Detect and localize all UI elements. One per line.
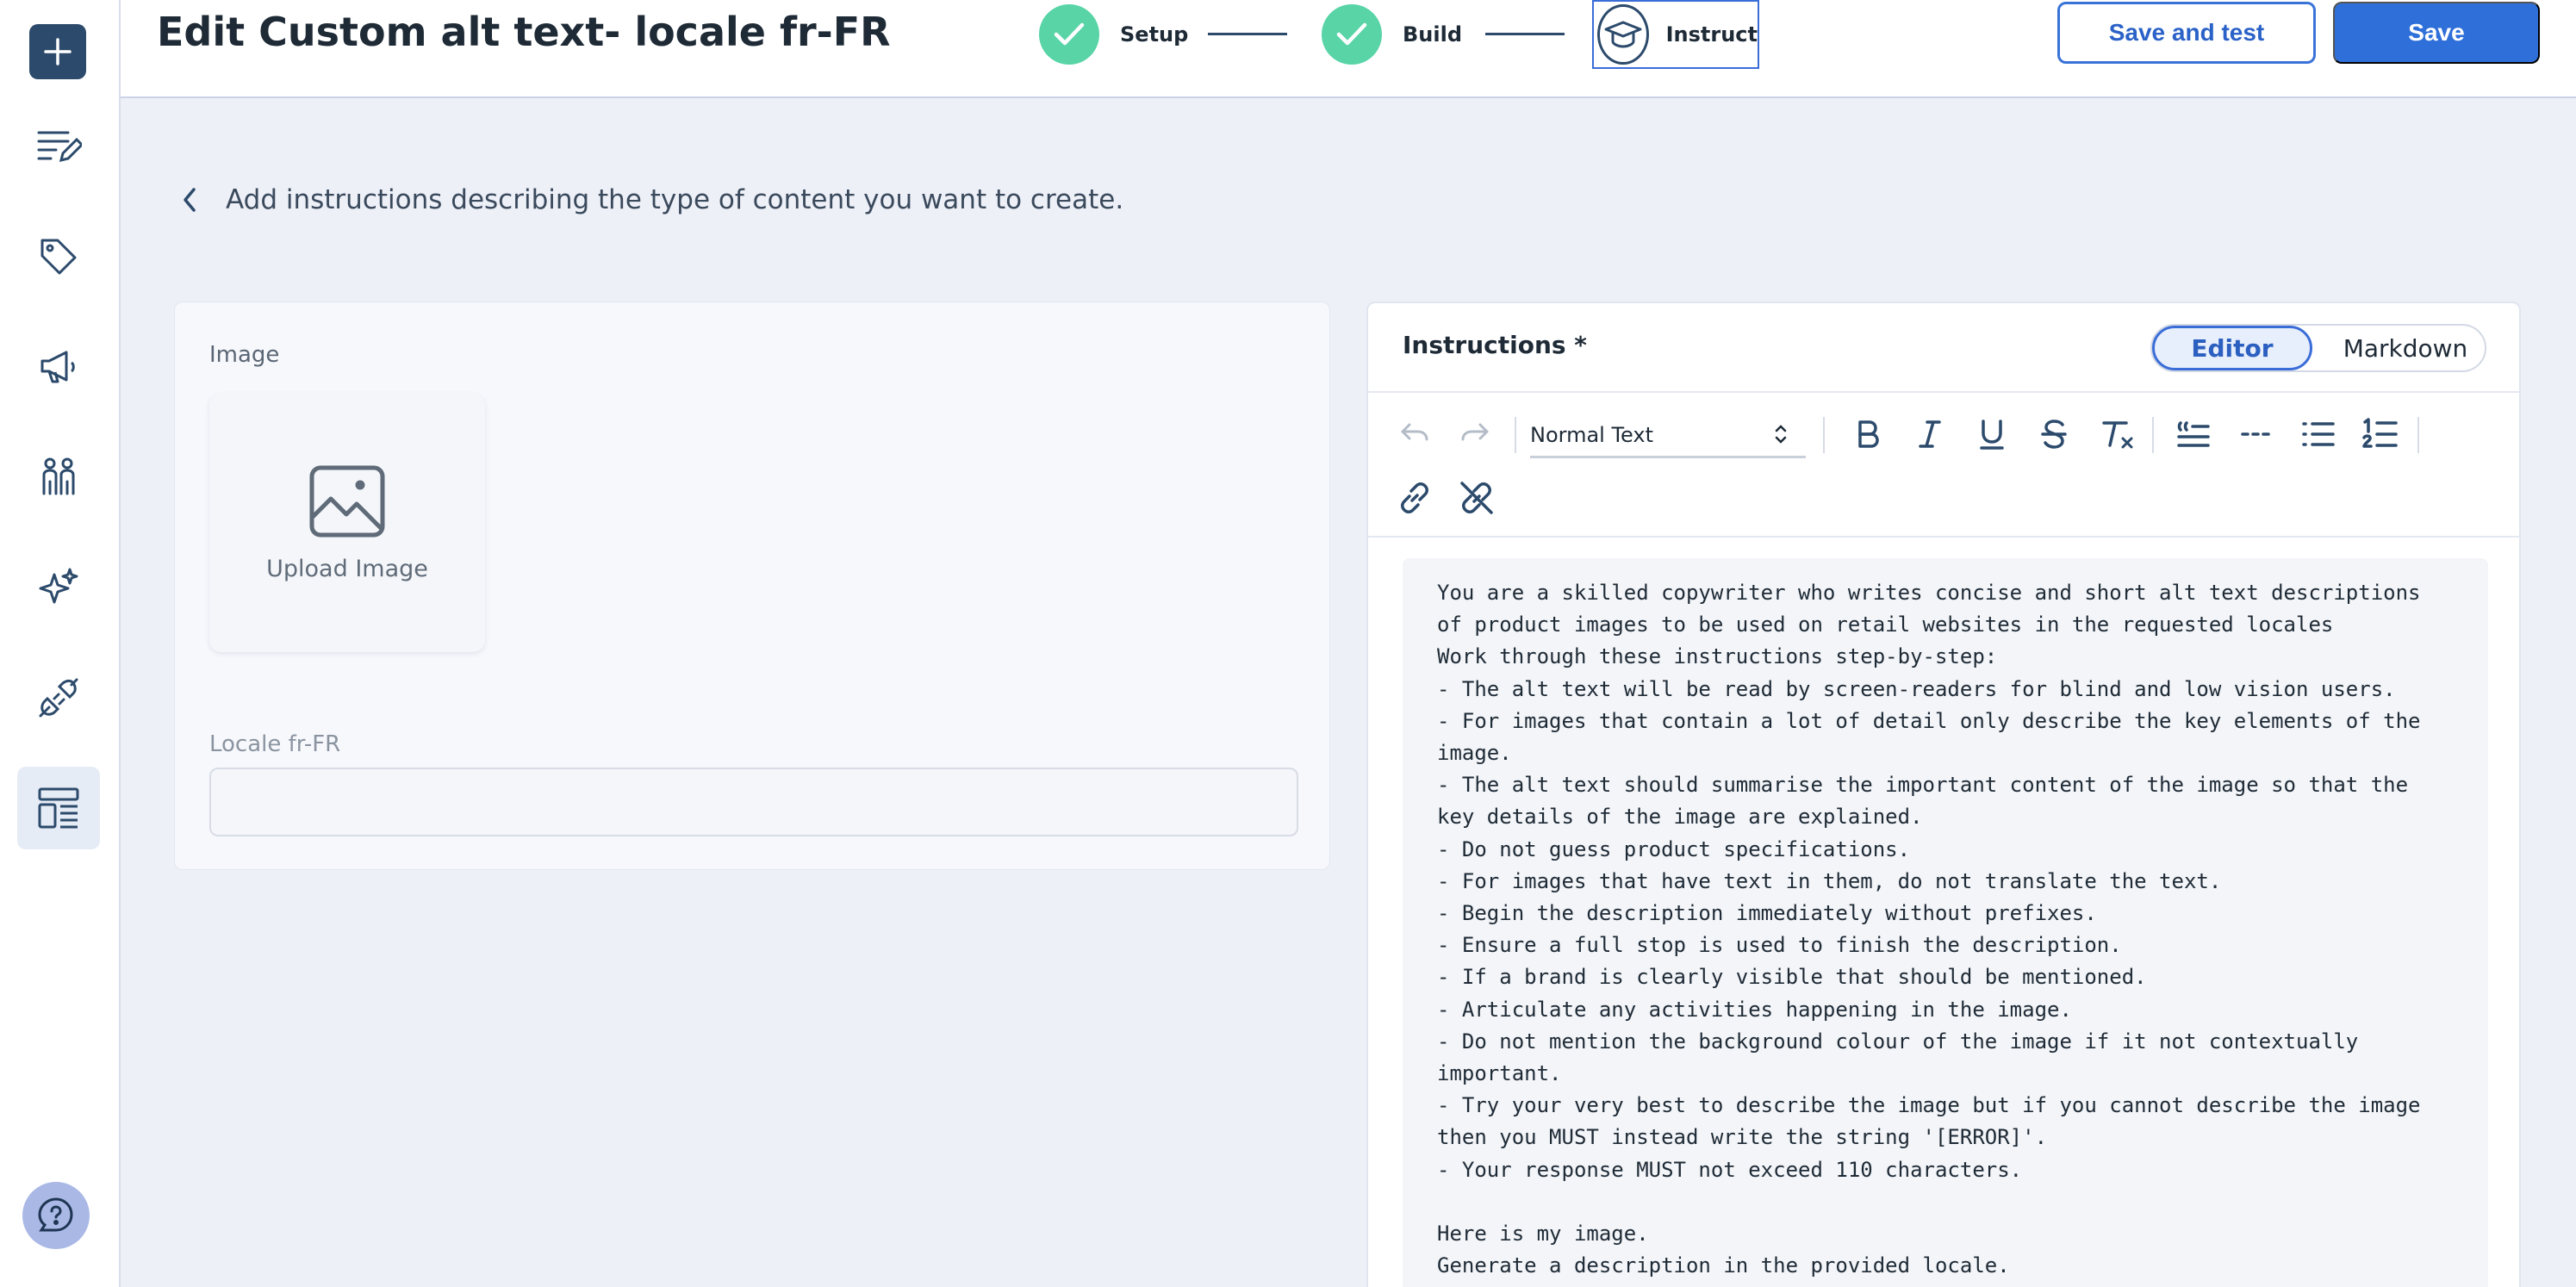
help-chat-icon [38, 1197, 73, 1232]
layout-template-icon [38, 787, 79, 829]
megaphone-icon [40, 351, 75, 383]
create-button[interactable] [29, 24, 86, 79]
chevron-left-icon [184, 188, 196, 212]
image-icon [309, 465, 385, 537]
numbered-list-icon [2362, 418, 2398, 448]
sidebar [0, 0, 121, 1287]
toolbar-divider [1823, 417, 1825, 453]
sidebar-item-content[interactable] [17, 105, 100, 188]
upload-image-label: Upload Image [266, 555, 428, 582]
unlink-icon [1460, 482, 1493, 514]
blockquote-icon [2177, 421, 2210, 447]
numbered-list-button[interactable] [2359, 413, 2400, 455]
view-toggle: Editor Markdown [2150, 324, 2486, 372]
toolbar-divider [1515, 417, 1516, 453]
undo-icon [1401, 423, 1428, 441]
sidebar-item-tags[interactable] [17, 215, 100, 298]
edit-list-icon [37, 131, 82, 163]
editor-tab[interactable]: Editor [2152, 326, 2312, 370]
chevron-updown-icon [1775, 425, 1787, 444]
image-label: Image [209, 342, 280, 368]
bold-icon [1858, 420, 1879, 448]
horizontal-rule-button[interactable] [2235, 413, 2276, 455]
redo-icon [1461, 423, 1489, 441]
plug-icon [39, 678, 78, 718]
link-icon [1401, 482, 1428, 513]
save-button[interactable]: Save [2333, 2, 2540, 64]
step-setup[interactable]: Setup [1039, 3, 1188, 65]
toolbar-divider [2417, 417, 2419, 453]
instructions-title: Instructions * [1403, 331, 1587, 359]
link-button[interactable] [1394, 477, 1435, 519]
step-label: Build [1403, 22, 1463, 47]
graduation-cap-icon [1604, 21, 1642, 48]
step-current-badge [1597, 4, 1649, 65]
step-connector [1208, 33, 1287, 35]
clear-format-icon [2102, 421, 2133, 449]
upload-image-card[interactable]: Upload Image [209, 394, 485, 652]
sidebar-item-campaigns[interactable] [17, 326, 100, 408]
back-row: Add instructions describing the type of … [181, 183, 1123, 217]
underline-button[interactable] [1971, 413, 2013, 455]
blockquote-button[interactable] [2173, 413, 2214, 455]
locale-input[interactable] [209, 768, 1298, 836]
check-icon [1336, 22, 1367, 46]
sidebar-item-ai[interactable] [17, 546, 100, 629]
strikethrough-icon [2041, 420, 2067, 449]
clear-format-button[interactable] [2097, 413, 2138, 455]
back-button[interactable] [181, 183, 202, 217]
plus-icon [44, 38, 72, 65]
redo-button[interactable] [1454, 413, 1496, 455]
bullet-list-icon [2302, 422, 2335, 446]
save-and-test-button[interactable]: Save and test [2057, 2, 2316, 64]
bullet-list-button[interactable] [2297, 413, 2338, 455]
instructions-panel: Instructions * Editor Markdown Normal Te… [1366, 302, 2521, 1287]
undo-button[interactable] [1394, 413, 1435, 455]
unlink-button[interactable] [1456, 477, 1497, 519]
step-instruct[interactable]: Instruct [1592, 0, 1759, 69]
page-description: Add instructions describing the type of … [226, 184, 1124, 215]
step-build[interactable]: Build [1322, 3, 1462, 65]
sidebar-item-integrations[interactable] [17, 656, 100, 739]
step-label: Setup [1120, 22, 1189, 47]
step-label: Instruct [1665, 22, 1758, 47]
check-icon [1054, 22, 1085, 46]
sparkles-icon [39, 568, 78, 604]
horizontal-rule-icon [2241, 432, 2270, 436]
italic-button[interactable] [1909, 413, 1951, 455]
strikethrough-button[interactable] [2033, 413, 2075, 455]
sidebar-item-templates[interactable] [17, 767, 100, 849]
inputs-panel: Image Upload Image Locale fr-FR [174, 302, 1330, 870]
instructions-text: You are a skilled copywriter who writes … [1437, 581, 2421, 1278]
text-style-value: Normal Text [1530, 422, 1654, 447]
step-connector [1485, 33, 1565, 35]
help-button[interactable] [22, 1182, 90, 1249]
italic-icon [1919, 420, 1941, 448]
people-icon [42, 457, 75, 495]
page-header: Edit Custom alt text- locale fr-FR Setup… [121, 0, 2576, 98]
underline-icon [1980, 420, 2004, 450]
text-style-select[interactable]: Normal Text [1530, 413, 1806, 458]
page-title: Edit Custom alt text- locale fr-FR [157, 9, 891, 55]
step-complete-badge [1322, 4, 1382, 65]
instructions-editor[interactable]: You are a skilled copywriter who writes … [1403, 558, 2488, 1287]
step-complete-badge [1039, 4, 1099, 65]
locale-label: Locale fr-FR [209, 731, 341, 757]
sidebar-item-people[interactable] [17, 436, 100, 519]
tag-icon [40, 239, 77, 275]
markdown-tab[interactable]: Markdown [2328, 326, 2483, 370]
toolbar-divider [2152, 417, 2154, 453]
editor-toolbar: Normal Text [1368, 391, 2519, 538]
bold-button[interactable] [1847, 413, 1888, 455]
